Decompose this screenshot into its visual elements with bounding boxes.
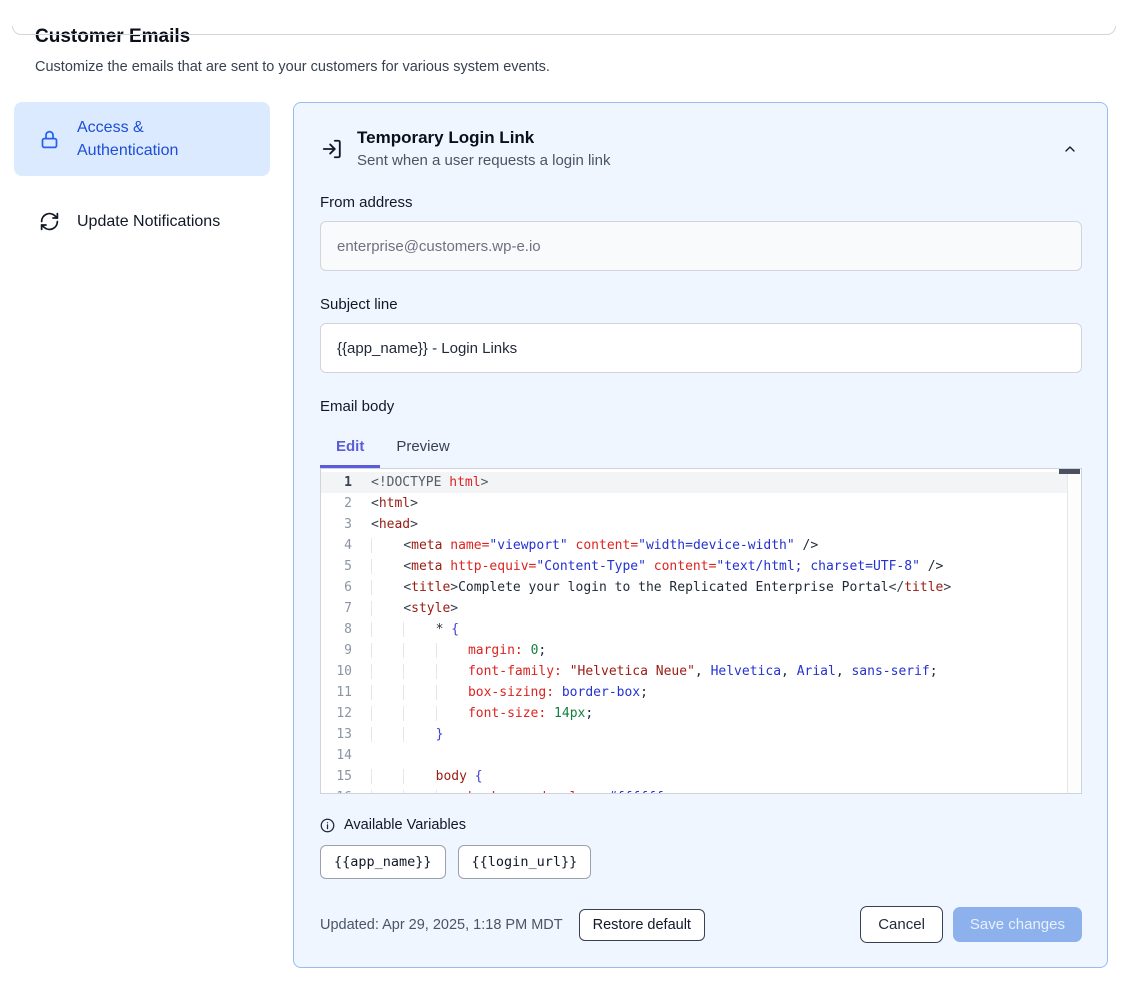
code-text[interactable]: <meta http-equiv="Content-Type" content=… [365, 556, 943, 577]
code-text[interactable]: font-family: "Helvetica Neue", Helvetica… [365, 661, 938, 682]
code-text[interactable]: body { [365, 766, 483, 787]
available-variables-label: Available Variables [344, 817, 466, 833]
line-number: 11 [321, 682, 365, 703]
restore-default-button[interactable]: Restore default [579, 909, 705, 941]
previous-card-bottom-edge [12, 26, 1116, 35]
code-text[interactable]: } [365, 724, 443, 745]
code-line: 5 <meta http-equiv="Content-Type" conten… [321, 556, 1081, 577]
email-template-panel: Temporary Login Link Sent when a user re… [293, 102, 1108, 968]
refresh-icon [38, 211, 60, 233]
code-text[interactable]: <meta name="viewport" content="width=dev… [365, 535, 818, 556]
editor-scrollbar-thumb[interactable] [1059, 469, 1080, 474]
line-number: 7 [321, 598, 365, 619]
code-text[interactable]: <head> [365, 514, 418, 535]
panel-header-text: Temporary Login Link Sent when a user re… [357, 128, 1058, 169]
sidebar: Access & Authentication Update Notificat… [14, 102, 270, 248]
code-line: 9 margin: 0; [321, 640, 1081, 661]
line-number: 16 [321, 787, 365, 794]
line-number: 12 [321, 703, 365, 724]
variable-chip-login-url[interactable]: {{login_url}} [458, 845, 592, 879]
code-line: 15 body { [321, 766, 1081, 787]
code-text[interactable]: * { [365, 619, 459, 640]
panel-footer: Updated: Apr 29, 2025, 1:18 PM MDT Resto… [320, 906, 1082, 943]
code-text[interactable] [365, 745, 371, 766]
code-line: 8 * { [321, 619, 1081, 640]
subject-line-input[interactable] [320, 323, 1082, 373]
code-line: 3<head> [321, 514, 1081, 535]
line-number: 14 [321, 745, 365, 766]
email-body-tabbar: Edit Preview [320, 430, 1082, 468]
cancel-button[interactable]: Cancel [860, 906, 943, 943]
code-line: 6 <title>Complete your login to the Repl… [321, 577, 1081, 598]
variable-chips: {{app_name}} {{login_url}} [320, 845, 1082, 879]
line-number: 3 [321, 514, 365, 535]
line-number: 4 [321, 535, 365, 556]
code-line: 1<!DOCTYPE html> [321, 472, 1081, 493]
line-number: 10 [321, 661, 365, 682]
line-number: 5 [321, 556, 365, 577]
code-text[interactable]: margin: 0; [365, 640, 546, 661]
code-editor-lines: 1<!DOCTYPE html>2<html>3<head>4 <meta na… [321, 472, 1081, 794]
tab-preview[interactable]: Preview [380, 430, 465, 468]
main-layout: Access & Authentication Update Notificat… [0, 102, 1128, 968]
available-variables-header: Available Variables [320, 817, 1082, 833]
code-text[interactable]: <title>Complete your login to the Replic… [365, 577, 951, 598]
from-address-label: From address [320, 194, 1082, 211]
page-subtitle: Customize the emails that are sent to yo… [35, 59, 1128, 75]
line-number: 8 [321, 619, 365, 640]
info-icon[interactable] [320, 818, 335, 833]
sidebar-item-label: Access & Authentication [77, 116, 178, 162]
code-text[interactable]: <!DOCTYPE html> [365, 472, 488, 493]
from-address-input [320, 221, 1082, 271]
line-number: 2 [321, 493, 365, 514]
login-icon [320, 137, 344, 161]
code-text[interactable]: <html> [365, 493, 418, 514]
template-title: Temporary Login Link [357, 128, 1058, 148]
code-line: 11 box-sizing: border-box; [321, 682, 1081, 703]
chevron-up-icon [1062, 141, 1078, 157]
code-line: 10 font-family: "Helvetica Neue", Helvet… [321, 661, 1081, 682]
collapse-section-button[interactable] [1058, 137, 1082, 161]
sidebar-label-line2: Authentication [77, 142, 178, 159]
sidebar-item-update-notifications[interactable]: Update Notifications [14, 196, 270, 247]
line-number: 9 [321, 640, 365, 661]
sidebar-item-label: Update Notifications [77, 210, 220, 233]
code-line: 7 <style> [321, 598, 1081, 619]
email-body-label: Email body [320, 398, 1082, 415]
code-line: 4 <meta name="viewport" content="width=d… [321, 535, 1081, 556]
code-text[interactable]: font-size: 14px; [365, 703, 593, 724]
code-line: 12 font-size: 14px; [321, 703, 1081, 724]
line-number: 1 [321, 472, 365, 493]
code-line: 16 background-color: #ffffff; [321, 787, 1081, 794]
code-editor[interactable]: 1<!DOCTYPE html>2<html>3<head>4 <meta na… [320, 468, 1082, 794]
save-changes-button[interactable]: Save changes [953, 907, 1082, 942]
template-subtitle: Sent when a user requests a login link [357, 152, 1058, 169]
variable-chip-app-name[interactable]: {{app_name}} [320, 845, 446, 879]
code-line: 2<html> [321, 493, 1081, 514]
subject-line-label: Subject line [320, 296, 1082, 313]
line-number: 6 [321, 577, 365, 598]
lock-icon [38, 128, 60, 150]
code-text[interactable]: background-color: #ffffff; [365, 787, 671, 794]
sidebar-item-access-authentication[interactable]: Access & Authentication [14, 102, 270, 176]
panel-header: Temporary Login Link Sent when a user re… [320, 128, 1082, 169]
code-line: 13 } [321, 724, 1081, 745]
line-number: 13 [321, 724, 365, 745]
editor-scrollbar-track[interactable] [1067, 469, 1081, 793]
line-number: 15 [321, 766, 365, 787]
code-text[interactable]: box-sizing: border-box; [365, 682, 648, 703]
sidebar-label-line1: Access & [77, 119, 144, 136]
code-text[interactable]: <style> [365, 598, 458, 619]
tab-edit[interactable]: Edit [320, 430, 380, 468]
code-line: 14 [321, 745, 1081, 766]
updated-timestamp: Updated: Apr 29, 2025, 1:18 PM MDT [320, 917, 563, 933]
